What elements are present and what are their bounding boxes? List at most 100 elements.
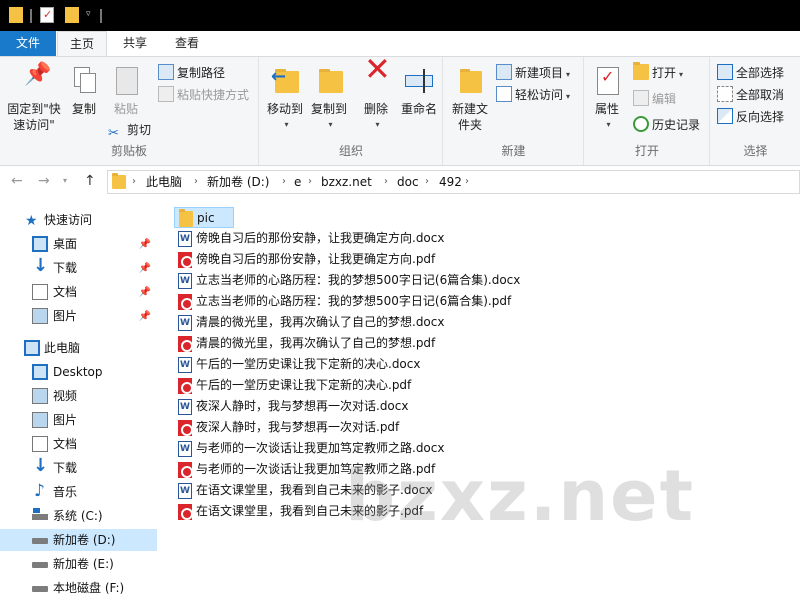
word-document-icon [178, 231, 192, 247]
breadcrumb-item[interactable]: 此电脑 [146, 171, 182, 193]
folder-icon[interactable] [9, 7, 23, 23]
breadcrumb-separator-icon[interactable]: › [465, 171, 469, 193]
drive-icon [32, 562, 48, 568]
pin-quick-access-button[interactable]: 📌 固定到"快速访问" [4, 62, 64, 133]
copy-button[interactable]: 复制 [66, 65, 102, 117]
new-folder-icon[interactable] [65, 7, 79, 23]
paste-shortcut-icon [158, 86, 174, 102]
nav-item-desktop[interactable]: Desktop [0, 361, 157, 383]
breadcrumb-item[interactable]: bzxz.net [321, 171, 372, 193]
back-arrow-icon[interactable]: ← [11, 173, 23, 189]
nav-item-drive-c[interactable]: 系统 (C:) [0, 505, 157, 527]
new-folder-label: 新建文件夹 [451, 102, 488, 132]
tab-file[interactable]: 文件 [0, 31, 56, 56]
properties-big-icon: ✓ [591, 65, 623, 97]
breadcrumb-separator-icon[interactable]: › [282, 171, 286, 193]
nav-item-music[interactable]: 音乐 [0, 480, 157, 503]
pin-icon[interactable]: 📌 [139, 282, 151, 304]
clipboard-group-label: 剪贴板 [110, 144, 147, 158]
pdf-icon [178, 252, 193, 268]
pdf-icon [178, 504, 193, 520]
nav-this-pc[interactable]: 此电脑 [0, 337, 157, 359]
delete-x-icon: ✕ [364, 50, 391, 88]
breadcrumb-item[interactable]: 492 [439, 171, 462, 193]
breadcrumb-item[interactable]: 新加卷 (D:) [207, 171, 269, 193]
open-group-label: 打开 [634, 144, 659, 158]
nav-quick-access[interactable]: 快速访问 [0, 209, 157, 232]
open-label: 打开 [652, 66, 677, 80]
nav-item-label: 快速访问 [44, 213, 93, 227]
nav-item-videos[interactable]: 视频 [0, 385, 157, 407]
recent-locations-chevron-icon[interactable]: ▾ [63, 176, 67, 185]
desktop-icon [32, 364, 48, 380]
invert-selection-button[interactable]: 反向选择 [717, 107, 784, 127]
select-all-icon [717, 64, 733, 80]
select-all-button[interactable]: 全部选择 [717, 63, 784, 83]
pin-icon[interactable]: 📌 [139, 306, 151, 328]
nav-item-pictures[interactable]: 图片 [0, 409, 157, 431]
move-to-button[interactable]: ← 移动到 ▾ [264, 65, 306, 133]
breadcrumb-item[interactable]: doc [397, 171, 419, 193]
edit-button[interactable]: 编辑 [633, 89, 676, 109]
nav-item-downloads[interactable]: 下载 [0, 455, 157, 479]
rename-button[interactable]: 重命名 [398, 65, 440, 117]
tab-home[interactable]: 主页 [57, 31, 107, 57]
pin-quick-access-label: 固定到"快速访问" [7, 102, 61, 132]
forward-arrow-icon[interactable]: → [38, 173, 50, 189]
new-folder-button[interactable]: 新建文件夹 [450, 65, 490, 133]
history-button[interactable]: 历史记录 [633, 115, 700, 135]
invert-selection-label: 反向选择 [736, 110, 785, 124]
up-arrow-icon[interactable]: ↑ [84, 173, 96, 189]
customize-toolbar-icon[interactable]: ▿ [86, 9, 91, 19]
breadcrumb-separator-icon[interactable]: › [194, 171, 198, 193]
nav-item-desktop-pinned[interactable]: 桌面 📌 [0, 233, 157, 255]
pdf-icon [178, 294, 193, 310]
nav-item-downloads-pinned[interactable]: 下载 📌 [0, 255, 157, 280]
delete-button[interactable]: ✕ 删除 ▾ [358, 50, 394, 133]
nav-item-drive-e[interactable]: 新加卷 (E:) [0, 553, 157, 575]
easy-access-button[interactable]: 轻松访问 ▾ [496, 85, 570, 105]
paste-shortcut-button[interactable]: 粘贴快捷方式 [158, 85, 249, 105]
file-name: 傍晚自习后的那份安静，让我更确定方向.pdf [196, 252, 436, 266]
nav-item-label: 下载 [53, 461, 78, 475]
document-icon [32, 284, 48, 300]
address-bar[interactable]: › 此电脑 › 新加卷 (D:) › e › bzxz.net › doc › … [107, 170, 800, 194]
nav-item-drive-f[interactable]: 本地磁盘 (F:) [0, 577, 157, 599]
copy-path-button[interactable]: 复制路径 [158, 63, 225, 83]
pin-icon[interactable]: 📌 [139, 234, 151, 256]
ribbon-tabs: 文件 主页 共享 查看 [0, 31, 800, 57]
nav-item-drive-d[interactable]: 新加卷 (D:) [0, 529, 157, 551]
select-none-button[interactable]: 全部取消 [717, 85, 784, 105]
file-list: pic 傍晚自习后的那份安静，让我更确定方向.docx 傍晚自习后的那份安静，让… [160, 205, 800, 600]
nav-item-label: Desktop [53, 365, 103, 379]
select-group-label: 选择 [743, 144, 768, 158]
properties-button[interactable]: ✓ 属性 ▾ [589, 65, 625, 133]
nav-item-documents-pinned[interactable]: 文档 📌 [0, 281, 157, 303]
move-folder-icon: ← [269, 65, 301, 97]
breadcrumb-separator-icon[interactable]: › [384, 171, 388, 193]
move-to-dropdown-icon: ▾ [284, 120, 289, 129]
new-group: 新建文件夹 新建项目 ▾ 轻松访问 ▾ 新建 [444, 57, 584, 165]
nav-item-pictures-pinned[interactable]: 图片 📌 [0, 305, 157, 327]
pin-icon: 📌 [24, 62, 52, 87]
cut-button[interactable]: ✂ 剪切 [108, 120, 151, 141]
pdf-icon [178, 462, 193, 478]
drive-icon [32, 538, 48, 544]
open-button[interactable]: 打开 ▾ [633, 62, 683, 83]
breadcrumb-item[interactable]: e [294, 171, 301, 193]
nav-item-label: 视频 [53, 389, 78, 403]
tab-view[interactable]: 查看 [162, 31, 212, 56]
rename-label: 重命名 [400, 102, 437, 116]
breadcrumb-separator-icon[interactable]: › [308, 171, 312, 193]
file-name: 清晨的微光里，我再次确认了自己的梦想.pdf [196, 336, 436, 350]
tab-share[interactable]: 共享 [110, 31, 160, 56]
nav-item-documents[interactable]: 文档 [0, 433, 157, 455]
paste-button[interactable]: 粘贴 [108, 65, 144, 117]
breadcrumb-separator-icon[interactable]: › [132, 171, 136, 193]
folder-row[interactable]: pic [174, 207, 234, 228]
pin-icon[interactable]: 📌 [139, 258, 151, 280]
copy-to-button[interactable]: 复制到 ▾ [308, 65, 350, 133]
new-item-button[interactable]: 新建项目 ▾ [496, 63, 570, 83]
properties-icon[interactable]: ✓ [40, 7, 54, 23]
breadcrumb-separator-icon[interactable]: › [425, 171, 429, 193]
